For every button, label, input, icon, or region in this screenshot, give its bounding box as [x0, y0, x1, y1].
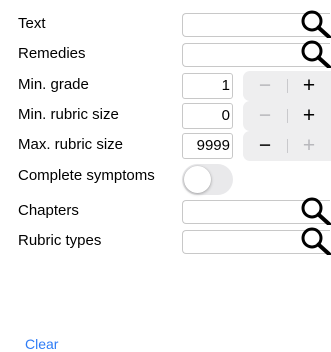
- chapters-search-icon[interactable]: [298, 195, 331, 225]
- min-grade-increment-button[interactable]: +: [287, 71, 331, 101]
- min-rubric-size-increment-button[interactable]: +: [287, 101, 331, 131]
- clear-button[interactable]: Clear: [25, 336, 58, 352]
- toggle-knob: [184, 166, 211, 193]
- max-rubric-size-stepper: − +: [243, 131, 331, 161]
- max-rubric-size-input[interactable]: 9999: [182, 133, 233, 159]
- rubric-types-label: Rubric types: [18, 232, 102, 249]
- max-rubric-size-decrement-button[interactable]: −: [243, 131, 287, 161]
- complete-symptoms-toggle[interactable]: [182, 164, 233, 195]
- min-rubric-size-label: Min. rubric size: [18, 106, 119, 123]
- min-grade-label: Min. grade: [18, 76, 89, 93]
- text-search-icon[interactable]: [298, 8, 331, 38]
- min-grade-decrement-button[interactable]: −: [243, 71, 287, 101]
- chapters-label: Chapters: [18, 202, 79, 219]
- min-grade-stepper: − +: [243, 71, 331, 101]
- min-rubric-size-decrement-button[interactable]: −: [243, 101, 287, 131]
- complete-symptoms-label: Complete symptoms: [18, 167, 155, 184]
- max-rubric-size-increment-button[interactable]: +: [287, 131, 331, 161]
- min-grade-input[interactable]: 1: [182, 73, 233, 99]
- text-label: Text: [18, 15, 46, 32]
- min-rubric-size-stepper: − +: [243, 101, 331, 131]
- remedies-label: Remedies: [18, 45, 86, 62]
- max-rubric-size-label: Max. rubric size: [18, 136, 124, 153]
- rubric-types-search-icon[interactable]: [298, 225, 331, 255]
- min-rubric-size-input[interactable]: 0: [182, 103, 233, 129]
- remedies-search-icon[interactable]: [298, 38, 331, 68]
